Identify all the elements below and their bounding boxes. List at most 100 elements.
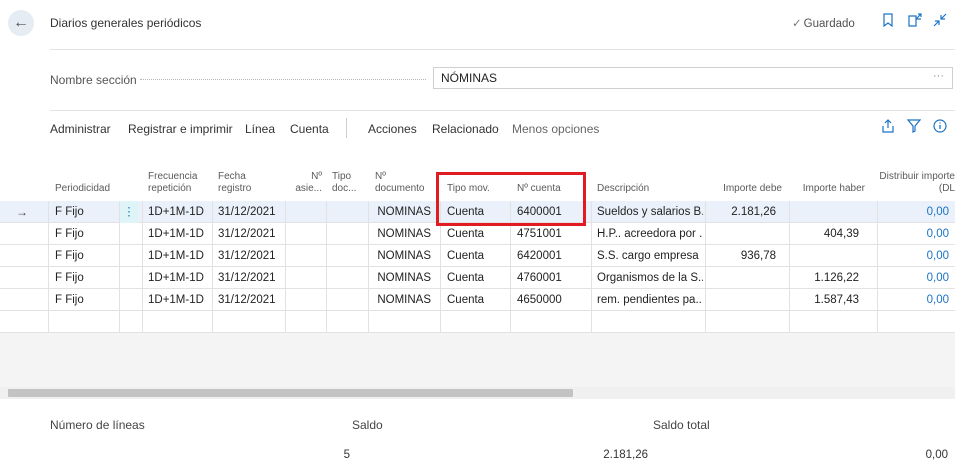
action-linea[interactable]: Línea — [245, 122, 275, 136]
cell-documento[interactable]: NOMINAS — [375, 223, 437, 245]
cell-importe-haber[interactable] — [795, 201, 865, 223]
cell-distribuir[interactable]: 0,00 — [880, 245, 955, 267]
bookmark-icon[interactable] — [882, 13, 894, 30]
col-frecuencia[interactable]: Frecuencia repetición — [148, 165, 210, 201]
action-acciones[interactable]: Acciones — [368, 122, 417, 136]
footer-lineas-label: Número de líneas — [50, 418, 145, 432]
section-name-field[interactable]: NÓMINAS ··· — [433, 67, 953, 89]
cell-descripcion[interactable]: S.S. cargo empresa — [597, 245, 703, 267]
cell-importe-debe[interactable]: 2.181,26 — [710, 201, 782, 223]
cell-fecha[interactable]: 31/12/2021 — [218, 267, 282, 289]
cell-importe-debe[interactable] — [710, 223, 782, 245]
action-menos-opciones[interactable]: Menos opciones — [512, 122, 599, 136]
cell-descripcion[interactable]: Sueldos y salarios B... — [597, 201, 703, 223]
section-lookup-button[interactable]: ··· — [933, 70, 944, 82]
col-importe-debe[interactable]: Importe debe — [710, 165, 782, 201]
arrow-left-icon: ← — [13, 14, 29, 31]
cell-fecha[interactable]: 31/12/2021 — [218, 289, 282, 311]
cell-documento[interactable]: NOMINAS — [375, 245, 437, 267]
col-divider — [212, 201, 213, 333]
col-asiento[interactable]: Nº asie... — [288, 165, 322, 201]
cell-periodicidad[interactable]: F Fijo — [55, 289, 117, 311]
cell-frecuencia[interactable]: 1D+1M-1D — [148, 289, 210, 311]
table-row[interactable]: F Fijo 1D+1M-1D 31/12/2021 NOMINAS Cuenta 465… — [0, 289, 955, 311]
cell-cuenta[interactable]: 6420001 — [517, 245, 587, 267]
table-row[interactable]: F Fijo 1D+1M-1D 31/12/2021 NOMINAS Cuenta 642… — [0, 245, 955, 267]
cell-descripcion[interactable]: rem. pendientes pa... — [597, 289, 703, 311]
back-button[interactable]: ← — [8, 10, 34, 36]
cell-distribuir[interactable]: 0,00 — [880, 289, 955, 311]
info-icon[interactable] — [933, 119, 947, 136]
cell-importe-debe[interactable]: 936,78 — [710, 245, 782, 267]
cell-fecha[interactable]: 31/12/2021 — [218, 201, 282, 223]
footer-saldo-label: Saldo — [352, 418, 383, 432]
section-name-label: Nombre sección — [50, 73, 137, 87]
cell-importe-debe[interactable] — [710, 289, 782, 311]
current-row-arrow-icon: → — [16, 205, 28, 219]
action-cuenta[interactable]: Cuenta — [290, 122, 329, 136]
footer-lineas-value: 5 — [343, 449, 350, 461]
col-divider — [705, 201, 706, 333]
cell-frecuencia[interactable]: 1D+1M-1D — [148, 245, 210, 267]
cell-documento[interactable]: NOMINAS — [375, 289, 437, 311]
action-registrar-imprimir[interactable]: Registrar e imprimir — [128, 122, 233, 136]
collapse-icon[interactable] — [933, 13, 947, 30]
cell-distribuir[interactable]: 0,00 — [880, 267, 955, 289]
cell-documento[interactable]: NOMINAS — [375, 201, 437, 223]
cell-frecuencia[interactable]: 1D+1M-1D — [148, 201, 210, 223]
cell-tipo-mov[interactable]: Cuenta — [447, 289, 507, 311]
footer-saldo-total-label: Saldo total — [653, 418, 710, 432]
col-divider — [877, 201, 878, 333]
col-divider — [142, 201, 143, 333]
col-divider — [591, 201, 592, 333]
cell-distribuir[interactable]: 0,00 — [880, 223, 955, 245]
col-importe-haber[interactable]: Importe haber — [795, 165, 865, 201]
cell-frecuencia[interactable]: 1D+1M-1D — [148, 267, 210, 289]
cell-tipo-mov[interactable]: Cuenta — [447, 245, 507, 267]
action-administrar[interactable]: Administrar — [50, 122, 111, 136]
saved-label: Guardado — [803, 18, 855, 30]
cell-fecha[interactable]: 31/12/2021 — [218, 223, 282, 245]
cell-importe-haber[interactable]: 1.587,43 — [795, 289, 865, 311]
col-divider — [285, 201, 286, 333]
cell-periodicidad[interactable]: F Fijo — [55, 201, 117, 223]
action-relacionado[interactable]: Relacionado — [432, 122, 499, 136]
highlight-box — [436, 172, 586, 226]
cell-cuenta[interactable]: 4760001 — [517, 267, 587, 289]
cell-descripcion[interactable]: H.P.. acreedora por ... — [597, 223, 703, 245]
row-actions-menu-icon[interactable]: ⋮ — [120, 201, 138, 223]
cell-cuenta[interactable]: 4751001 — [517, 223, 587, 245]
cell-periodicidad[interactable]: F Fijo — [55, 223, 117, 245]
cell-frecuencia[interactable]: 1D+1M-1D — [148, 223, 210, 245]
col-divider — [789, 201, 790, 333]
cell-fecha[interactable]: 31/12/2021 — [218, 245, 282, 267]
filter-icon[interactable] — [906, 119, 922, 136]
col-tipo-doc[interactable]: Tipo doc... — [332, 165, 362, 201]
cell-importe-debe[interactable] — [710, 267, 782, 289]
col-periodicidad[interactable]: Periodicidad — [55, 165, 117, 201]
check-icon: ✓ — [792, 18, 802, 30]
cell-periodicidad[interactable]: F Fijo — [55, 245, 117, 267]
open-new-window-icon[interactable] — [908, 13, 922, 30]
col-fecha[interactable]: Fecha registro — [218, 165, 280, 201]
cell-periodicidad[interactable]: F Fijo — [55, 267, 117, 289]
grid-empty-area — [0, 333, 955, 387]
cell-importe-haber[interactable]: 404,39 — [795, 223, 865, 245]
col-descripcion[interactable]: Descripción — [597, 165, 697, 201]
cell-documento[interactable]: NOMINAS — [375, 267, 437, 289]
cell-tipo-mov[interactable]: Cuenta — [447, 267, 507, 289]
col-distribuir-importe[interactable]: Distribuir importe (DL — [876, 165, 955, 201]
cell-distribuir[interactable]: 0,00 — [880, 201, 955, 223]
field-leader-dots — [140, 79, 426, 80]
table-row[interactable]: F Fijo 1D+1M-1D 31/12/2021 NOMINAS Cuenta 475… — [0, 223, 955, 245]
cell-importe-haber[interactable]: 1.126,22 — [795, 267, 865, 289]
cell-tipo-mov[interactable]: Cuenta — [447, 223, 507, 245]
cell-descripcion[interactable]: Organismos de la S.... — [597, 267, 703, 289]
table-row[interactable]: F Fijo 1D+1M-1D 31/12/2021 NOMINAS Cuenta 476… — [0, 267, 955, 289]
horizontal-scrollbar-thumb[interactable] — [8, 389, 573, 397]
share-icon[interactable] — [881, 119, 895, 136]
cell-cuenta[interactable]: 4650000 — [517, 289, 587, 311]
col-documento[interactable]: Nº documento — [375, 165, 435, 201]
empty-new-row[interactable] — [0, 311, 955, 333]
cell-importe-haber[interactable] — [795, 245, 865, 267]
